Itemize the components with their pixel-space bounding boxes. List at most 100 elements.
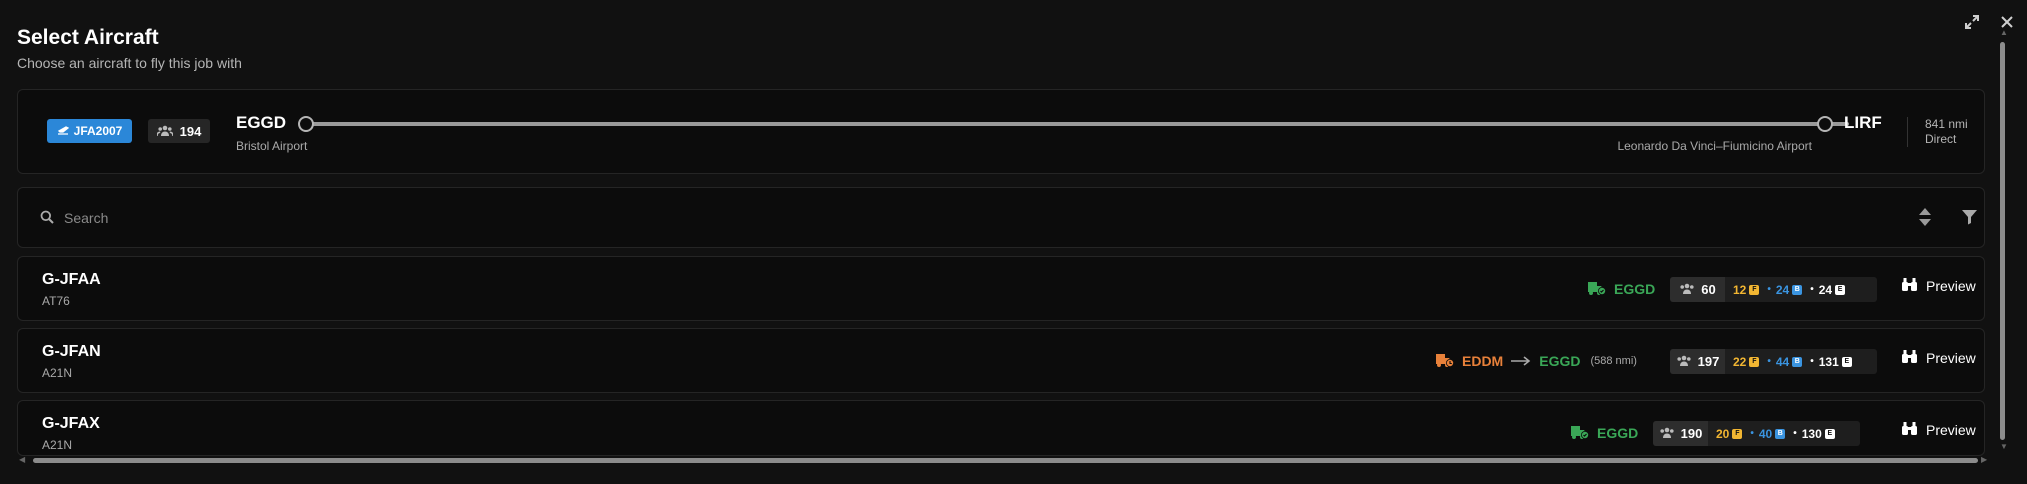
- separator-dot: •: [1810, 284, 1814, 295]
- economy-class-seats: • 24 E: [1810, 282, 1846, 297]
- first-class-count: 20: [1716, 426, 1730, 441]
- aircraft-registration: G-JFAN: [42, 343, 101, 360]
- departure-name: Bristol Airport: [236, 139, 308, 153]
- aircraft-capacity: 190 20 F • 40 B • 130 E: [1653, 421, 1860, 446]
- business-class-tag: B: [1792, 356, 1803, 367]
- airplane-icon: [57, 124, 69, 139]
- capacity-total-value: 60: [1701, 282, 1716, 297]
- aircraft-at-location-icon: [1585, 278, 1607, 299]
- economy-class-tag: E: [1841, 356, 1852, 367]
- route-distance-info: 841 nmi Direct: [1925, 117, 1968, 147]
- aircraft-type: AT76: [42, 294, 70, 308]
- arrow-right-icon: [1510, 353, 1532, 369]
- binoculars-icon: [1901, 349, 1918, 367]
- aircraft-location-code: EGGD: [1597, 424, 1639, 441]
- preview-button[interactable]: Preview: [1901, 421, 1976, 439]
- economy-class-tag: E: [1835, 284, 1846, 295]
- dialog-header: Select Aircraft Choose an aircraft to fl…: [17, 26, 242, 71]
- aircraft-location-code: EGGD: [1614, 280, 1656, 297]
- preview-button[interactable]: Preview: [1901, 349, 1976, 367]
- business-class-count: 24: [1775, 282, 1790, 297]
- aircraft-row[interactable]: G-JFAN A21N EDDM EGGD (588 nmi) 197 22 F …: [17, 328, 1985, 393]
- aircraft-type: A21N: [42, 438, 73, 452]
- job-code: JFA2007: [73, 124, 123, 138]
- job-route-card: JFA2007 194 EGGD Bristol Airport LIRF Le…: [17, 89, 1985, 174]
- economy-class-count: 131: [1818, 354, 1839, 369]
- preview-label: Preview: [1926, 278, 1976, 294]
- economy-class-count: 130: [1801, 426, 1822, 441]
- separator-dot: •: [1810, 356, 1814, 367]
- route-type: Direct: [1925, 132, 1957, 146]
- preview-label: Preview: [1926, 422, 1976, 438]
- aircraft-location: EGGD: [1585, 278, 1655, 299]
- business-class-seats: • 44 B: [1767, 354, 1803, 369]
- first-class-tag: F: [1749, 284, 1760, 295]
- job-code-badge[interactable]: JFA2007: [47, 119, 132, 143]
- separator-dot: •: [1767, 284, 1771, 295]
- capacity-total-value: 190: [1680, 426, 1703, 441]
- sort-icon[interactable]: [1918, 207, 1932, 232]
- aircraft-ferry-icon: [1433, 350, 1455, 371]
- business-class-seats: • 24 B: [1767, 282, 1803, 297]
- aircraft-capacity: 60 12 F • 24 B • 24 E: [1670, 277, 1877, 302]
- capacity-total: 60: [1670, 277, 1725, 302]
- aircraft-ferry-route: EDDM EGGD (588 nmi): [1433, 350, 1637, 371]
- scroll-down-arrow[interactable]: ▼: [2000, 442, 2008, 451]
- departure-code: EGGD: [236, 113, 287, 132]
- binoculars-icon: [1901, 421, 1918, 439]
- expand-icon[interactable]: [1961, 11, 1983, 33]
- first-class-count: 22: [1733, 354, 1747, 369]
- economy-class-tag: E: [1824, 428, 1835, 439]
- economy-class-seats: • 131 E: [1810, 355, 1852, 369]
- capacity-total: 197: [1670, 349, 1725, 374]
- business-class-seats: • 40 B: [1750, 426, 1786, 441]
- business-class-count: 40: [1758, 426, 1773, 441]
- ferry-distance: (588 nmi): [1590, 354, 1637, 367]
- capacity-total-value: 197: [1697, 354, 1720, 369]
- first-class-count: 12: [1733, 282, 1747, 297]
- search-bar: [17, 187, 1985, 248]
- arrival-code: LIRF: [1844, 113, 1882, 132]
- separator-dot: •: [1767, 356, 1771, 367]
- separator-dot: •: [1750, 428, 1754, 439]
- first-class-seats: 20 F: [1716, 426, 1743, 441]
- first-class-seats: 22 F: [1733, 354, 1760, 369]
- arrival-name: Leonardo Da Vinci–Fiumicino Airport: [1617, 139, 1812, 153]
- first-class-seats: 12 F: [1733, 282, 1760, 297]
- search-icon: [40, 210, 54, 229]
- scroll-up-arrow[interactable]: ▲: [2000, 28, 2008, 37]
- search-input[interactable]: [64, 207, 1264, 229]
- horizontal-scrollbar[interactable]: [33, 458, 1978, 463]
- binoculars-icon: [1901, 277, 1918, 295]
- separator-dot: •: [1793, 428, 1797, 439]
- aircraft-row[interactable]: G-JFAA AT76 EGGD 60 12 F • 24 B • 24 E Previe…: [17, 256, 1985, 321]
- economy-class-seats: • 130 E: [1793, 427, 1835, 441]
- filter-icon[interactable]: [1961, 209, 1978, 230]
- scroll-right-arrow[interactable]: ▶: [1981, 455, 1987, 464]
- users-icon: [1659, 426, 1675, 441]
- route-distance: 841 nmi: [1925, 117, 1968, 131]
- departure-marker: [298, 116, 314, 132]
- page-title: Select Aircraft: [17, 26, 159, 49]
- aircraft-registration: G-JFAX: [42, 415, 100, 432]
- preview-label: Preview: [1926, 350, 1976, 366]
- aircraft-location: EGGD: [1568, 422, 1638, 443]
- page-subtitle: Choose an aircraft to fly this job with: [17, 55, 242, 71]
- capacity-total: 190: [1653, 421, 1708, 446]
- aircraft-row[interactable]: G-JFAX A21N EGGD 190 20 F • 40 B • 130 E Prev…: [17, 400, 1985, 456]
- ferry-origin-code: EDDM: [1462, 352, 1504, 369]
- job-passenger-count: 194: [179, 123, 202, 139]
- economy-class-count: 24: [1818, 282, 1833, 297]
- business-class-tag: B: [1792, 284, 1803, 295]
- users-icon: [155, 124, 174, 139]
- arrival-marker: [1817, 116, 1833, 132]
- preview-button[interactable]: Preview: [1901, 277, 1976, 295]
- scroll-left-arrow[interactable]: ◀: [19, 455, 25, 464]
- vertical-scrollbar[interactable]: [2000, 42, 2005, 440]
- business-class-count: 44: [1775, 354, 1790, 369]
- first-class-tag: F: [1732, 428, 1743, 439]
- users-icon: [1679, 282, 1695, 297]
- aircraft-capacity: 197 22 F • 44 B • 131 E: [1670, 349, 1877, 374]
- users-icon: [1676, 354, 1692, 369]
- aircraft-at-location-icon: [1568, 422, 1590, 443]
